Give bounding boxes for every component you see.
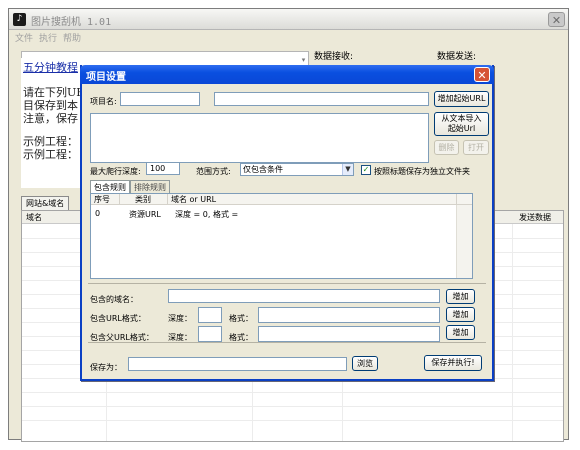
divider: [88, 283, 486, 284]
url-depth-input[interactable]: [198, 307, 222, 323]
rules-scrollbar[interactable]: [456, 205, 472, 278]
start-url-list[interactable]: [90, 113, 429, 163]
save-as-label: 保存为：: [90, 363, 122, 372]
grid-col-domain: 域名: [26, 213, 42, 222]
menu-bar: 文件 执行 帮助: [9, 30, 568, 44]
rules-col-type: 类别: [135, 195, 151, 204]
scope-select-value: 仅包含条件: [243, 165, 283, 174]
dropdown-arrow-icon[interactable]: ▾: [299, 55, 308, 65]
rule-row-type[interactable]: 资源URL: [129, 209, 161, 220]
project-settings-dialog: 项目设置 ✕ 项目名: 增加起始URL 从文本导入 起始Url 删除 打开 最大…: [80, 65, 494, 381]
add-parent-url-button[interactable]: 增加: [446, 325, 475, 340]
url-format-input[interactable]: [258, 307, 440, 323]
grid-col-send: 发送数据: [519, 213, 551, 222]
dialog-title: 项目设置: [86, 72, 126, 83]
rule-row-index[interactable]: 0: [95, 209, 100, 218]
example-project-2[interactable]: 示例工程：: [23, 146, 83, 162]
menu-run[interactable]: 执行: [39, 31, 57, 44]
menu-help[interactable]: 帮助: [63, 31, 81, 44]
main-close-button[interactable]: ✕: [548, 12, 565, 27]
open-button[interactable]: 打开: [463, 140, 489, 155]
main-title-bar: ♪ 图片搜刮机 1.01 ✕: [9, 9, 568, 30]
tab-include-rules[interactable]: 包含规则: [90, 180, 130, 193]
app-music-icon: ♪: [13, 13, 26, 26]
rules-list: 序号 类别 域名 or URL 0 资源URL 深度 = 0, 格式 =: [90, 193, 473, 279]
save-by-title-label: 按照标题保存为独立文件夹: [374, 167, 470, 176]
project-name-input[interactable]: [120, 92, 200, 106]
rules-col-index: 序号: [94, 195, 110, 204]
dialog-close-button[interactable]: ✕: [474, 67, 490, 82]
rules-header: 序号 类别 域名 or URL: [91, 194, 472, 205]
parent-depth-input[interactable]: [198, 326, 222, 342]
tutorial-link[interactable]: 五分钟教程: [23, 59, 83, 75]
add-url-button[interactable]: 增加: [446, 307, 475, 322]
contain-url-label: 包含URL格式：: [90, 314, 146, 323]
browse-button[interactable]: 浏览: [352, 356, 378, 371]
url-format-label: 格式：: [229, 314, 253, 323]
start-url-input[interactable]: [214, 92, 429, 106]
menu-file[interactable]: 文件: [15, 31, 33, 44]
save-as-input[interactable]: [128, 357, 347, 371]
add-domain-button[interactable]: 增加: [446, 289, 475, 304]
contain-domain-label: 包含的域名：: [90, 295, 138, 304]
dialog-title-bar: 项目设置 ✕: [80, 65, 494, 84]
max-depth-label: 最大爬行深度:: [90, 167, 141, 176]
scope-label: 范围方式:: [196, 167, 231, 176]
info-line-3: 注意，保存: [23, 112, 78, 125]
tab-exclude-rules[interactable]: 排除规则: [130, 180, 170, 193]
contain-domain-input[interactable]: [168, 289, 440, 303]
max-depth-input[interactable]: 100: [146, 162, 180, 175]
import-from-text-button[interactable]: 从文本导入 起始Url: [434, 112, 489, 136]
divider: [88, 342, 486, 343]
save-by-title-checkbox[interactable]: ✓: [361, 165, 371, 175]
project-name-label: 项目名:: [90, 97, 117, 106]
rules-col-value: 域名 or URL: [171, 195, 217, 204]
parent-format-input[interactable]: [258, 326, 440, 342]
chevron-down-icon[interactable]: ▼: [342, 164, 353, 175]
scope-select[interactable]: 仅包含条件 ▼: [240, 163, 354, 176]
delete-button[interactable]: 删除: [434, 140, 459, 155]
data-receive-label: 数据接收:: [314, 52, 354, 62]
data-send-label: 数据发送:: [437, 52, 477, 62]
main-window-title: 图片搜刮机 1.01: [31, 17, 112, 28]
add-start-url-button[interactable]: 增加起始URL: [434, 91, 489, 107]
tab-sites-domains[interactable]: 网站&域名: [21, 196, 70, 210]
save-and-run-button[interactable]: 保存并执行!: [424, 355, 482, 371]
rule-row-value[interactable]: 深度 = 0, 格式 =: [175, 209, 238, 220]
import-button-line1: 从文本导入: [441, 114, 482, 123]
url-depth-label: 深度：: [168, 314, 192, 323]
import-button-line2: 起始Url: [447, 124, 476, 133]
